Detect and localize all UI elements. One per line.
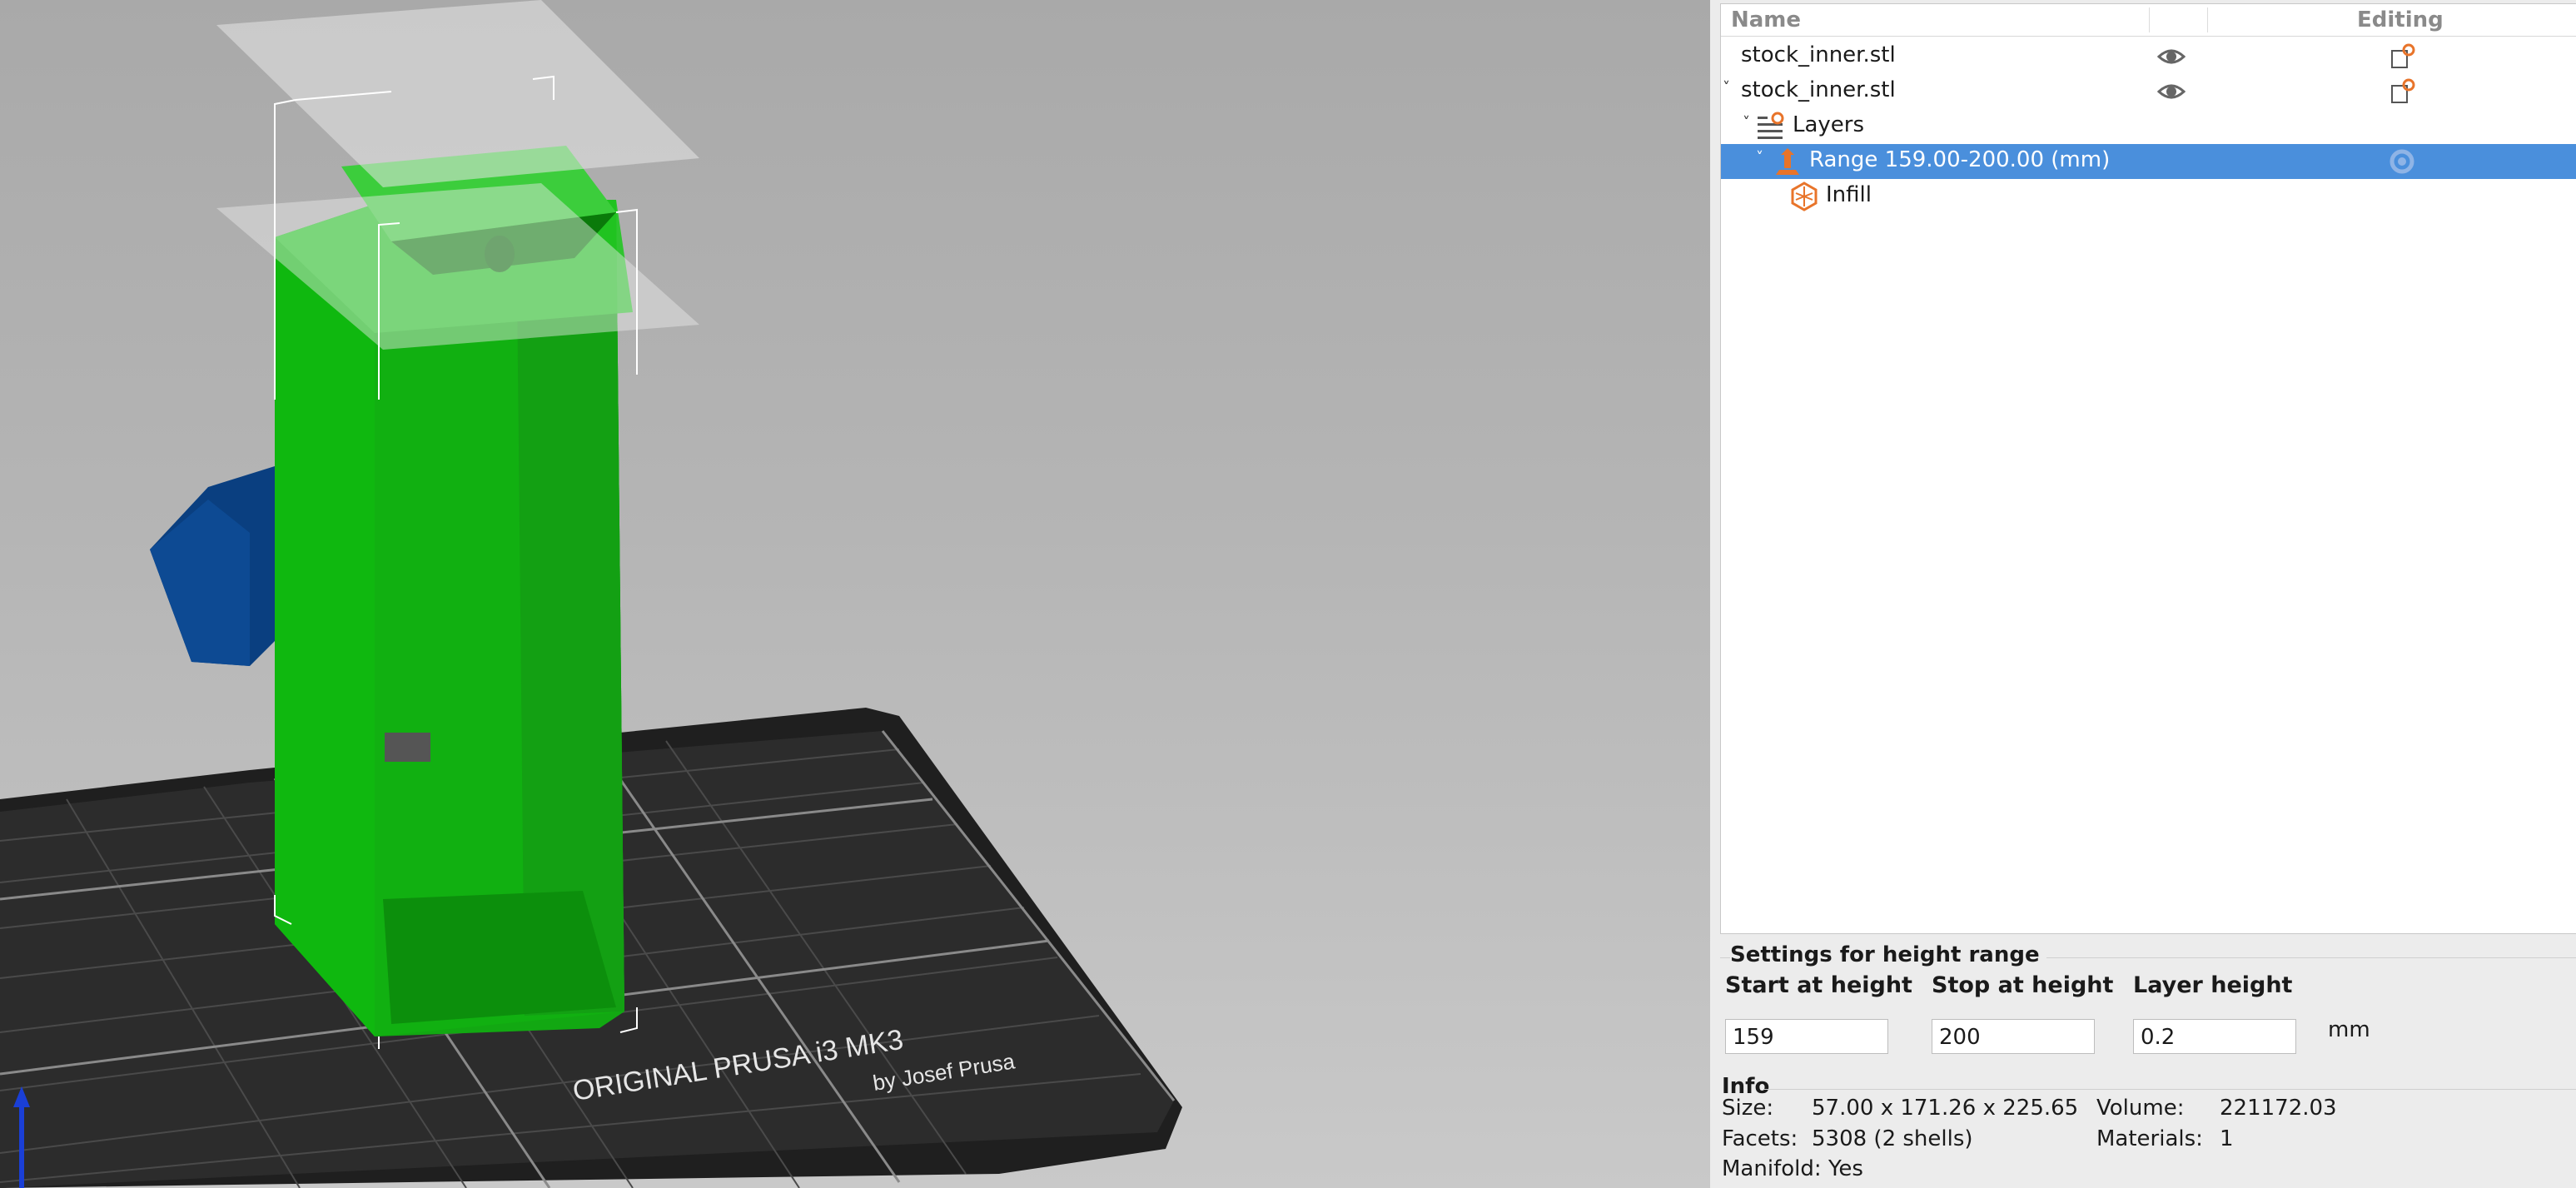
model-stock-inner-blue[interactable] (150, 466, 283, 666)
layer-height-label: Layer height (2133, 972, 2293, 998)
column-separator[interactable] (2207, 7, 2208, 32)
size-label: Size: (1722, 1096, 1774, 1121)
object-row-stock-inner-1[interactable]: stock_inner.stl (1721, 39, 2576, 74)
gear-icon[interactable] (2387, 147, 2417, 176)
column-separator[interactable] (2149, 7, 2150, 32)
column-editing-header[interactable]: Editing (2357, 7, 2444, 32)
facets-value: 5308 (2 shells) (1812, 1126, 1973, 1151)
stop-height-label: Stop at height (1932, 972, 2114, 998)
start-height-label: Start at height (1725, 972, 1912, 998)
facets-label: Facets: (1722, 1126, 1798, 1151)
edit-object-icon[interactable] (2389, 42, 2419, 71)
eye-icon[interactable] (2157, 44, 2186, 69)
manifold-value: Yes (1828, 1156, 1863, 1181)
height-range-settings: Settings for height range Start at heigh… (1720, 941, 2576, 1074)
object-row-height-range[interactable]: ˅ Range 159.00-200.00 (mm) (1721, 144, 2576, 179)
scene-canvas[interactable]: ORIGINAL PRUSA i3 MK3 by Josef Prusa (0, 0, 1710, 1188)
volume-value: 221172.03 (2220, 1096, 2337, 1121)
unit-label: mm (2328, 1017, 2370, 1042)
layers-label: Layers (1793, 112, 1865, 137)
chevron-down-icon[interactable]: ˅ (1756, 149, 1763, 167)
right-sidebar: Name Editing stock_inner.stl ˅ stock_inn… (1710, 0, 2576, 1188)
edit-object-icon[interactable] (2389, 77, 2419, 106)
chevron-down-icon[interactable]: ˅ (1743, 114, 1750, 132)
layer-height-input[interactable]: 0.2 (2133, 1019, 2296, 1054)
size-value: 57.00 x 171.26 x 225.65 (1812, 1096, 2079, 1121)
start-height-input[interactable]: 159 (1725, 1019, 1888, 1054)
column-name-header[interactable]: Name (1731, 7, 1801, 32)
manifold-label: Manifold: (1722, 1156, 1822, 1181)
info-panel: Info Size: 57.00 x 171.26 x 225.65 Volum… (1720, 1074, 2576, 1188)
layers-icon (1758, 112, 1784, 139)
object-list-header: Name Editing (1721, 4, 2576, 37)
3d-viewport[interactable]: ORIGINAL PRUSA i3 MK3 by Josef Prusa (0, 0, 1710, 1188)
stop-height-input[interactable]: 200 (1932, 1019, 2095, 1054)
materials-label: Materials: (2096, 1126, 2203, 1151)
range-label: Range 159.00-200.00 (mm) (1809, 147, 2111, 172)
object-row-infill[interactable]: Infill (1721, 179, 2576, 214)
object-row-stock-inner-2[interactable]: ˅ stock_inner.stl (1721, 74, 2576, 109)
eye-icon[interactable] (2157, 79, 2186, 104)
object-name: stock_inner.stl (1741, 77, 1896, 102)
object-row-layers[interactable]: ˅ Layers (1721, 109, 2576, 144)
volume-label: Volume: (2096, 1096, 2185, 1121)
object-list[interactable]: Name Editing stock_inner.stl ˅ stock_inn… (1720, 3, 2576, 934)
info-divider (1763, 1089, 2576, 1090)
object-name: stock_inner.stl (1741, 42, 1896, 67)
settings-title: Settings for height range (1730, 942, 2046, 967)
materials-value: 1 (2220, 1126, 2234, 1151)
infill-icon (1791, 181, 1818, 211)
infill-label: Infill (1826, 182, 1872, 207)
chevron-down-icon[interactable]: ˅ (1723, 79, 1730, 97)
range-icon (1776, 148, 1799, 175)
